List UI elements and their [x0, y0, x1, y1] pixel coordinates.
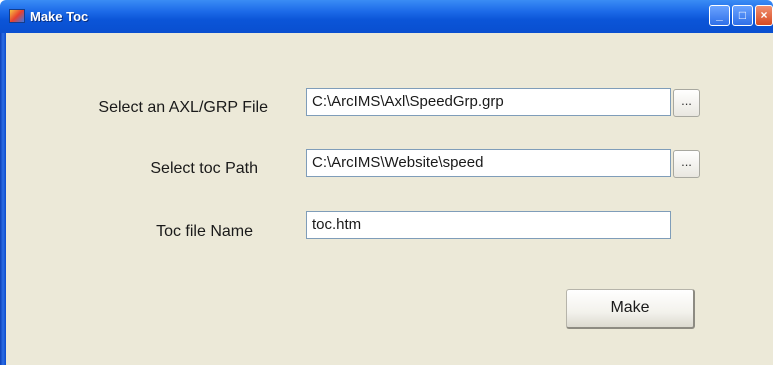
- maximize-button[interactable]: □: [732, 5, 753, 26]
- toc-file-name-label: Toc file Name: [156, 223, 253, 240]
- toc-path-input[interactable]: C:\ArcIMS\Website\speed: [306, 149, 671, 177]
- window-title: Make Toc: [30, 9, 89, 24]
- title-bar[interactable]: Make Toc _ □ ×: [0, 0, 773, 33]
- make-toc-window: Make Toc _ □ × Select an AXL/GRP File C:…: [0, 0, 773, 365]
- browse-axl-button[interactable]: ...: [673, 89, 700, 117]
- axl-file-input[interactable]: C:\ArcIMS\Axl\SpeedGrp.grp: [306, 88, 671, 116]
- maximize-icon: □: [738, 8, 747, 22]
- toc-path-label: Select toc Path: [150, 160, 258, 177]
- toc-file-name-input[interactable]: toc.htm: [306, 211, 671, 239]
- minimize-icon: _: [716, 8, 723, 22]
- close-button[interactable]: ×: [755, 5, 773, 26]
- close-icon: ×: [760, 8, 768, 22]
- minimize-button[interactable]: _: [709, 5, 730, 26]
- make-button[interactable]: Make: [566, 289, 695, 329]
- app-icon: [9, 9, 25, 23]
- axl-file-label: Select an AXL/GRP File: [98, 99, 268, 116]
- browse-toc-path-button[interactable]: ...: [673, 150, 700, 178]
